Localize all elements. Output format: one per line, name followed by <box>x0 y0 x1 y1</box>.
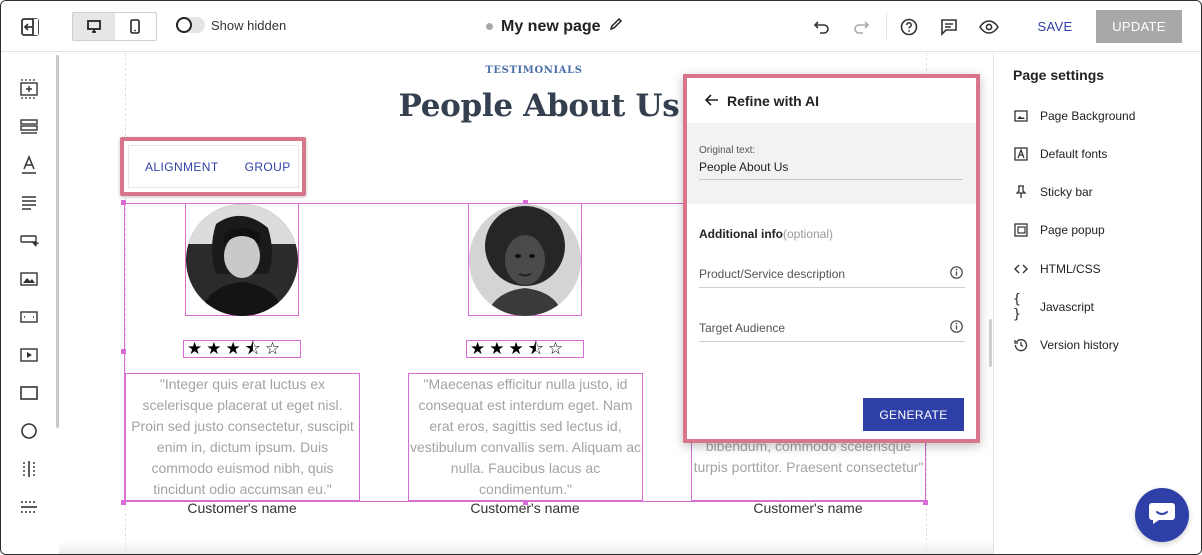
page-background-item[interactable]: Page Background <box>1013 108 1135 123</box>
divider-icon[interactable] <box>18 496 40 518</box>
original-text-value: People About Us <box>699 160 789 174</box>
chat-icon <box>1148 501 1176 530</box>
comments-icon[interactable] <box>938 16 960 38</box>
preview-icon[interactable] <box>978 16 1000 38</box>
resize-handle[interactable] <box>121 349 126 354</box>
element-toolbar: ALIGNMENT GROUP <box>120 137 306 196</box>
undo-icon[interactable] <box>811 16 833 38</box>
html-css-item[interactable]: HTML/CSS <box>1013 261 1101 276</box>
ai-panel-title: Refine with AI <box>727 92 820 109</box>
item-label: Page popup <box>1040 222 1105 237</box>
circle-icon[interactable] <box>18 420 40 442</box>
save-button[interactable]: SAVE <box>1031 11 1079 42</box>
info-icon[interactable] <box>950 266 963 279</box>
editor-window: Show hidden My new page SAVE UPDATE TEST… <box>0 0 1202 555</box>
item-label: Page Background <box>1040 108 1136 123</box>
page-name-text: My new page <box>501 17 601 35</box>
alignment-button[interactable]: ALIGNMENT <box>145 160 219 174</box>
optional-label: (optional) <box>782 227 834 241</box>
star-rating[interactable]: ★★★⯪☆ <box>466 340 584 358</box>
rows-icon[interactable] <box>18 116 40 138</box>
page-popup-item[interactable]: Page popup <box>1013 222 1105 237</box>
testimonial-quote[interactable]: "Integer quis erat luctus ex scelerisque… <box>125 373 360 501</box>
popup-icon <box>1013 222 1028 237</box>
image-icon[interactable] <box>18 268 40 290</box>
target-audience-field[interactable]: Target Audience <box>699 316 965 342</box>
image-icon <box>1013 108 1028 123</box>
original-text-section: Original text: People About Us <box>687 123 976 204</box>
generate-button[interactable]: GENERATE <box>863 398 964 431</box>
customer-name[interactable]: Customer's name <box>142 500 342 516</box>
chat-button[interactable] <box>1135 488 1189 542</box>
item-label: HTML/CSS <box>1040 261 1101 276</box>
customer-name[interactable]: Customer's name <box>708 500 908 516</box>
star-rating[interactable]: ★★★⯪☆ <box>183 340 301 358</box>
exit-editor-icon[interactable] <box>19 16 41 38</box>
javascript-item[interactable]: { } Javascript <box>1013 291 1095 322</box>
unsaved-dot <box>486 23 493 30</box>
section-eyebrow[interactable]: TESTIMONIALS <box>479 65 589 76</box>
canvas-scrollbar[interactable] <box>989 319 992 367</box>
customer-avatar[interactable] <box>469 204 581 316</box>
braces-icon: { } <box>1013 291 1021 322</box>
customer-name[interactable]: Customer's name <box>425 500 625 516</box>
history-icon <box>1013 337 1028 352</box>
page-name[interactable]: My new page <box>486 17 623 36</box>
version-history-item[interactable]: Version history <box>1013 337 1119 352</box>
canvas-bottom-fade <box>59 541 993 554</box>
group-button[interactable]: GROUP <box>245 160 291 174</box>
original-text-label: Original text: <box>699 145 756 156</box>
top-bar: Show hidden My new page SAVE UPDATE <box>1 1 1201 52</box>
sticky-bar-item[interactable]: Sticky bar <box>1013 184 1093 199</box>
form-field-icon[interactable] <box>18 306 40 328</box>
element-toolbar-inner: ALIGNMENT GROUP <box>128 145 299 188</box>
font-icon <box>1013 146 1028 161</box>
customer-avatar[interactable] <box>186 204 298 316</box>
edit-pencil-icon[interactable] <box>609 17 623 36</box>
info-icon[interactable] <box>950 320 963 333</box>
testimonial-quote[interactable]: "Maecenas efficitur nulla justo, id cons… <box>408 373 643 501</box>
additional-info-heading: Additional info(optional) <box>699 227 833 241</box>
video-icon[interactable] <box>18 344 40 366</box>
show-hidden-toggle[interactable]: Show hidden <box>176 17 286 33</box>
toolbar-separator <box>886 13 887 39</box>
device-toggle <box>72 12 157 41</box>
mobile-icon[interactable] <box>115 13 157 40</box>
text-icon[interactable] <box>18 154 40 176</box>
product-description-field[interactable]: Product/Service description <box>699 262 965 288</box>
item-label: Sticky bar <box>1040 184 1093 199</box>
item-label: Default fonts <box>1040 146 1108 161</box>
show-hidden-label: Show hidden <box>211 17 287 33</box>
item-label: Version history <box>1040 337 1119 352</box>
box-icon[interactable] <box>18 382 40 404</box>
ai-panel-header: Refine with AI <box>687 78 976 123</box>
item-label: Javascript <box>1040 299 1095 314</box>
redo-icon[interactable] <box>850 16 872 38</box>
resize-handle[interactable] <box>121 200 126 205</box>
columns-icon[interactable] <box>18 458 40 480</box>
button-icon[interactable] <box>18 230 40 252</box>
divider <box>699 179 963 180</box>
desktop-icon[interactable] <box>73 13 115 40</box>
product-description-placeholder: Product/Service description <box>699 267 846 281</box>
pin-icon <box>1013 184 1028 199</box>
add-section-icon[interactable] <box>18 78 40 100</box>
code-icon <box>1013 261 1028 276</box>
update-button[interactable]: UPDATE <box>1096 10 1182 43</box>
page-settings-title: Page settings <box>1013 67 1105 83</box>
back-arrow-icon[interactable] <box>704 93 719 109</box>
paragraph-icon[interactable] <box>18 192 40 214</box>
toggle-switch[interactable] <box>176 17 205 33</box>
left-toolbar <box>1 53 59 554</box>
testimonial-quote[interactable]: bibendum, commodo scelerisque turpis por… <box>691 435 926 501</box>
section-title[interactable]: People About Us <box>379 88 699 124</box>
help-icon[interactable] <box>898 16 920 38</box>
target-audience-placeholder: Target Audience <box>699 321 786 335</box>
default-fonts-item[interactable]: Default fonts <box>1013 146 1107 161</box>
additional-info-label: Additional info <box>699 227 783 241</box>
page-settings-panel: Page settings Page Background Default fo… <box>993 53 1201 554</box>
refine-with-ai-panel: Refine with AI Original text: People Abo… <box>683 74 980 443</box>
